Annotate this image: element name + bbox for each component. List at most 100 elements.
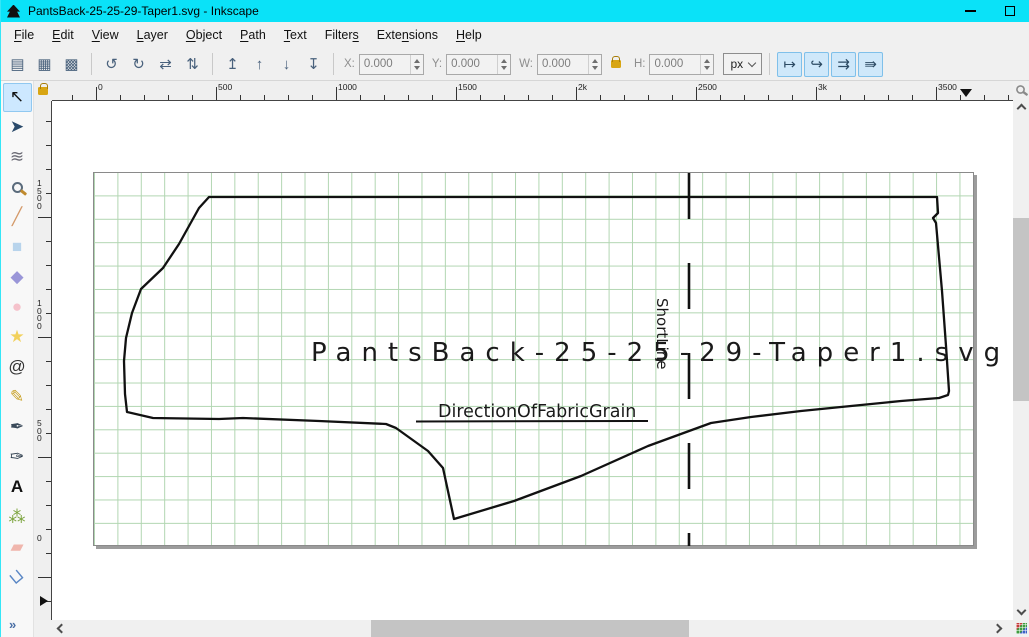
horizontal-ruler[interactable]: 0500100015002k25003k3500 — [52, 81, 1013, 101]
vertical-scrollbar[interactable] — [1013, 81, 1029, 620]
toolbar-separator — [333, 53, 334, 75]
toolbox-more-button[interactable]: » — [9, 617, 15, 632]
maximize-button[interactable] — [990, 0, 1029, 22]
fabric-grain-underline[interactable] — [416, 421, 648, 422]
flip-vertical-icon[interactable]: ⇅ — [180, 52, 205, 77]
rotate-cw-icon[interactable]: ↻ — [126, 52, 151, 77]
spin-down-icon[interactable] — [592, 66, 598, 70]
canvas[interactable]: PantsBack-25-25-29-Taper1.svgDirectionOf… — [52, 101, 1013, 620]
menu-filters[interactable]: Filters — [316, 24, 368, 46]
scale-corners-toggle[interactable]: ↪ — [804, 52, 829, 77]
measure-tool[interactable]: ╱ — [3, 203, 32, 232]
horizontal-scrollbar[interactable] — [34, 620, 1013, 637]
lower-to-bottom-icon[interactable]: ↧ — [301, 52, 326, 77]
w-input-spinbox — [537, 54, 602, 75]
spiral-tool-icon: @ — [8, 357, 25, 377]
calligraphy-tool[interactable]: ✑ — [3, 443, 32, 472]
move-gradients-toggle[interactable]: ⇉ — [831, 52, 856, 77]
eraser-tool[interactable]: ▰ — [3, 533, 32, 562]
scroll-left-icon[interactable] — [57, 624, 67, 634]
spin-down-icon[interactable] — [501, 66, 507, 70]
spin-down-icon[interactable] — [414, 66, 420, 70]
3dbox-tool[interactable]: ◆ — [3, 263, 32, 292]
quick-zoom-icon[interactable] — [1016, 85, 1025, 94]
ruler-position-marker — [960, 89, 972, 97]
select-all-layers-icon[interactable]: ▦ — [32, 52, 57, 77]
tweak-tool[interactable]: ≋ — [3, 143, 32, 172]
x-input-spinner[interactable] — [410, 55, 423, 74]
raise-icon[interactable]: ↑ — [247, 52, 272, 77]
pen-tool[interactable]: ✒ — [3, 413, 32, 442]
ruler-label: 3k — [818, 82, 827, 92]
maximize-icon — [1005, 6, 1015, 16]
y-input[interactable] — [447, 55, 497, 74]
x-input[interactable] — [360, 55, 410, 74]
menu-edit[interactable]: Edit — [43, 24, 83, 46]
select-all-icon[interactable]: ▤ — [5, 52, 30, 77]
menu-path[interactable]: Path — [231, 24, 275, 46]
3dbox-tool-icon: ◆ — [10, 267, 23, 287]
spray-tool[interactable]: ⁂ — [3, 503, 32, 532]
spin-down-icon[interactable] — [704, 66, 710, 70]
ruler-label: 5 0 0 — [37, 420, 42, 443]
scroll-right-icon[interactable] — [993, 624, 1003, 634]
spin-up-icon[interactable] — [501, 59, 507, 63]
ruler-label: 1 5 0 0 — [37, 180, 42, 210]
pencil-tool-icon: ✎ — [10, 387, 24, 407]
horizontal-scroll-thumb[interactable] — [371, 620, 689, 637]
unit-value: px — [730, 57, 743, 71]
y-input-group: Y: — [432, 54, 511, 75]
scroll-down-icon[interactable] — [1017, 606, 1027, 616]
spin-up-icon[interactable] — [414, 59, 420, 63]
pencil-tool[interactable]: ✎ — [3, 383, 32, 412]
menu-view[interactable]: View — [83, 24, 128, 46]
star-tool[interactable]: ★ — [3, 323, 32, 352]
rotate-ccw-icon[interactable]: ↺ — [99, 52, 124, 77]
text-tool-icon: A — [11, 477, 23, 497]
menu-layer[interactable]: Layer — [128, 24, 177, 46]
ellipse-tool[interactable]: ● — [3, 293, 32, 322]
menu-file[interactable]: File — [5, 24, 43, 46]
vertical-scroll-thumb[interactable] — [1013, 218, 1029, 401]
lock-width-height-toggle[interactable] — [611, 55, 621, 73]
flip-horizontal-icon[interactable]: ⇄ — [153, 52, 178, 77]
spin-up-icon[interactable] — [704, 59, 710, 63]
bucket-tool[interactable]: ⊔ — [3, 563, 32, 592]
scroll-up-icon[interactable] — [1017, 104, 1027, 114]
rectangle-tool[interactable]: ■ — [3, 233, 32, 262]
ruler-label: 0 — [98, 82, 103, 92]
node-tool[interactable]: ➤ — [3, 113, 32, 142]
spin-up-icon[interactable] — [592, 59, 598, 63]
menu-object[interactable]: Object — [177, 24, 231, 46]
h-input[interactable] — [650, 55, 700, 74]
ruler-label: 2k — [578, 82, 587, 92]
shortline-text[interactable]: ShortLine — [653, 298, 671, 370]
zoom-tool[interactable] — [3, 173, 32, 202]
text-tool[interactable]: A — [3, 473, 32, 502]
guide-lock-button[interactable] — [34, 81, 52, 101]
minimize-button[interactable] — [950, 0, 990, 22]
w-input[interactable] — [538, 55, 588, 74]
scale-stroke-toggle[interactable]: ↦ — [777, 52, 802, 77]
color-management-button[interactable] — [1013, 620, 1029, 637]
y-input-spinner[interactable] — [497, 55, 510, 74]
fabric-grain-text[interactable]: DirectionOfFabricGrain — [438, 402, 636, 422]
title-bar: PantsBack-25-25-29-Taper1.svg - Inkscape — [1, 0, 1029, 22]
spiral-tool[interactable]: @ — [3, 353, 32, 382]
menu-extensions[interactable]: Extensions — [368, 24, 447, 46]
chevron-down-icon — [748, 58, 756, 66]
selector-tool[interactable]: ↖ — [3, 83, 32, 112]
raise-to-top-icon[interactable]: ↥ — [220, 52, 245, 77]
move-patterns-toggle[interactable]: ⇛ — [858, 52, 883, 77]
menu-text[interactable]: Text — [275, 24, 316, 46]
w-input-spinner[interactable] — [588, 55, 601, 74]
menu-help[interactable]: Help — [447, 24, 491, 46]
toolbar-separator — [212, 53, 213, 75]
rectangle-tool-icon: ■ — [12, 237, 22, 257]
deselect-icon[interactable]: ▩ — [59, 52, 84, 77]
lower-icon[interactable]: ↓ — [274, 52, 299, 77]
h-input-spinbox — [649, 54, 714, 75]
h-input-spinner[interactable] — [700, 55, 713, 74]
vertical-ruler[interactable]: 1 5 0 01 0 0 05 0 00 — [34, 101, 52, 620]
unit-select[interactable]: px — [723, 53, 762, 75]
